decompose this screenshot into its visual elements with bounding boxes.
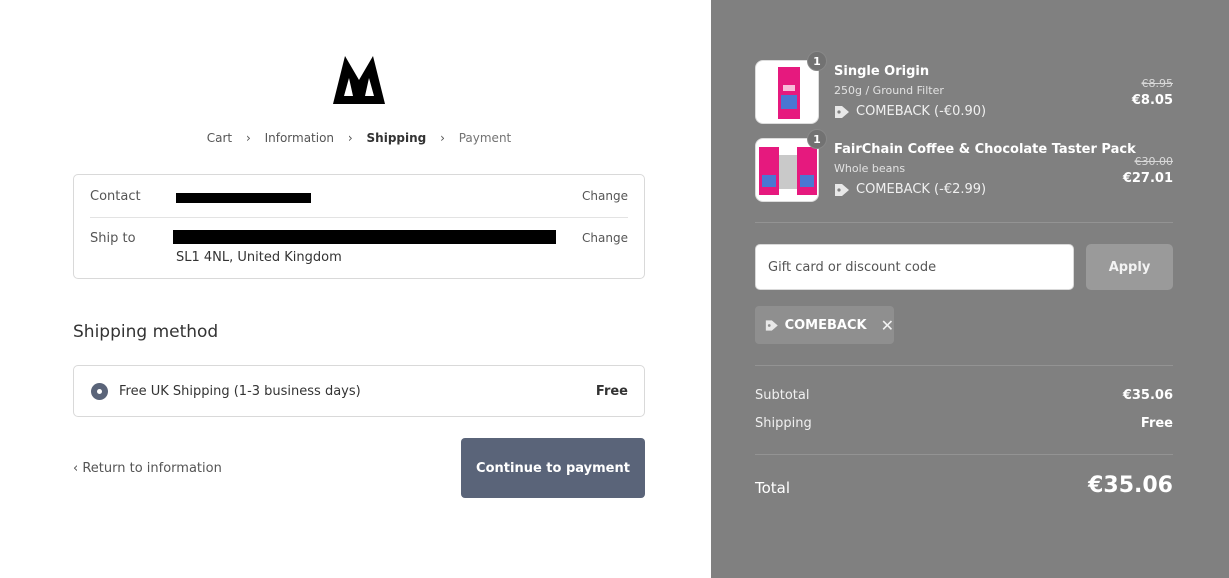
divider	[755, 365, 1173, 366]
quantity-badge: 1	[807, 129, 827, 149]
contact-label: Contact	[90, 189, 141, 204]
breadcrumb-information[interactable]: Information	[265, 131, 334, 145]
breadcrumb-cart[interactable]: Cart	[207, 131, 232, 145]
chevron-right-icon: ›	[245, 130, 251, 145]
shipping-value: Free	[1140, 416, 1173, 431]
item-discount: COMEBACK (-€2.99)	[834, 182, 986, 197]
shipping-option-price: Free	[595, 384, 628, 399]
change-ship-to-link[interactable]: Change	[582, 231, 628, 245]
product-thumbnail	[755, 60, 819, 124]
item-discount-text: COMEBACK (-€2.99)	[856, 182, 987, 197]
shipping-method-heading: Shipping method	[73, 322, 219, 342]
shipping-option[interactable]: Free UK Shipping (1-3 business days) Fre…	[73, 365, 645, 417]
divider	[755, 454, 1173, 455]
applied-code: COMEBACK	[784, 317, 867, 333]
return-to-information-link[interactable]: ‹ Return to information	[73, 461, 222, 476]
review-block: Contact Change Ship to SL1 4NL, United K…	[73, 174, 645, 279]
cart-item: 1 Single Origin 250g / Ground Filter COM…	[755, 51, 1174, 124]
product-thumbnail	[755, 138, 819, 202]
applied-discount-chip: COMEBACK ✕	[755, 306, 894, 344]
total-value: €35.06	[1088, 473, 1173, 498]
shipping-label: Shipping	[755, 416, 812, 431]
item-discount-text: COMEBACK (-€0.90)	[856, 104, 987, 119]
ship-to-address: SL1 4NL, United Kingdom	[176, 250, 342, 265]
change-contact-link[interactable]: Change	[582, 189, 628, 203]
chevron-right-icon: ›	[440, 130, 445, 145]
item-discount: COMEBACK (-€0.90)	[834, 104, 986, 119]
original-price: €30.00	[1134, 155, 1174, 168]
original-price: €8.95	[1141, 77, 1174, 90]
redacted-contact	[176, 193, 311, 203]
item-variant: Whole beans	[834, 162, 906, 175]
store-logo[interactable]	[331, 52, 387, 106]
tag-icon	[835, 183, 849, 196]
discounted-price: €8.05	[1131, 93, 1173, 108]
apply-button[interactable]: Apply	[1086, 244, 1173, 290]
chevron-right-icon: ›	[347, 130, 353, 145]
breadcrumb-shipping: Shipping	[366, 130, 427, 145]
divider	[90, 217, 628, 218]
tag-icon	[835, 105, 849, 118]
ship-to-label: Ship to	[90, 231, 136, 246]
breadcrumb-payment: Payment	[458, 130, 512, 145]
cart-item: 1 FairChain Coffee & Chocolate Taster Pa…	[755, 129, 1174, 202]
shipping-option-name: Free UK Shipping (1-3 business days)	[119, 384, 361, 399]
item-title: FairChain Coffee & Chocolate Taster Pack	[834, 142, 1136, 157]
subtotal-label: Subtotal	[755, 388, 810, 403]
chevron-left-icon: ‹	[73, 461, 79, 476]
item-variant: 250g / Ground Filter	[834, 84, 944, 97]
redacted-address	[173, 230, 556, 244]
continue-to-payment-button[interactable]: Continue to payment	[461, 438, 645, 498]
divider	[755, 222, 1173, 223]
close-icon[interactable]: ✕	[881, 316, 894, 335]
subtotal-value: €35.06	[1122, 388, 1173, 403]
ship-to-row: Ship to SL1 4NL, United Kingdom Change	[90, 230, 628, 271]
contact-row: Contact Change	[90, 189, 628, 217]
total-label: Total	[755, 479, 791, 497]
tag-icon	[765, 319, 778, 331]
discount-code-input[interactable]: Gift card or discount code	[755, 244, 1074, 290]
breadcrumb: Cart › Information › Shipping › Payment	[0, 130, 718, 145]
quantity-badge: 1	[807, 51, 827, 71]
return-label: Return to information	[82, 461, 222, 476]
discounted-price: €27.01	[1122, 171, 1173, 186]
shipping-option-radio[interactable]	[91, 383, 108, 400]
item-title: Single Origin	[834, 64, 930, 79]
